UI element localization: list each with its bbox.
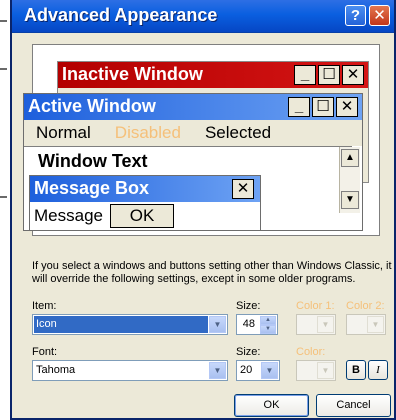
chevron-down-icon[interactable]: ▼	[261, 362, 278, 379]
font-label: Font:	[32, 346, 58, 358]
active-window-caption[interactable]: Active Window _ ☐ ✕	[24, 94, 362, 120]
color2-picker[interactable]: ▼	[346, 314, 386, 335]
chevron-down-icon[interactable]: ▼	[317, 316, 334, 333]
chevron-down-icon[interactable]: ▼	[209, 362, 226, 379]
close-icon: ✕	[373, 7, 386, 24]
font-select[interactable]: Tahoma ▼	[32, 360, 228, 381]
chevron-down-icon[interactable]: ▼	[209, 316, 226, 333]
font-color-label: Color:	[296, 346, 326, 358]
minimize-icon[interactable]: _	[294, 65, 316, 85]
info-text: If you select a windows and buttons sett…	[32, 260, 392, 285]
font-value: Tahoma	[36, 364, 76, 376]
item-label: Item:	[32, 300, 57, 312]
minimize-icon[interactable]: _	[288, 97, 310, 117]
color1-picker[interactable]: ▼	[296, 314, 336, 335]
color1-label: Color 1:	[296, 300, 335, 312]
title-bar[interactable]: Advanced Appearance ? ✕	[12, 0, 394, 33]
maximize-icon[interactable]: ☐	[312, 97, 334, 117]
font-size-value: 20	[240, 364, 253, 376]
menu-item-disabled[interactable]: Disabled	[103, 123, 193, 143]
close-icon[interactable]: ✕	[336, 97, 358, 117]
color2-label: Color 2:	[346, 300, 385, 312]
advanced-appearance-dialog: Advanced Appearance ? ✕ Inactive Window …	[10, 0, 396, 420]
font-size-label: Size:	[236, 346, 261, 358]
inactive-window-title: Inactive Window	[62, 64, 203, 84]
preview-menu-bar[interactable]: Normal Disabled Selected	[24, 120, 362, 146]
item-size-label: Size:	[236, 300, 261, 312]
close-icon[interactable]: ✕	[232, 179, 254, 199]
cancel-button[interactable]: Cancel	[316, 394, 391, 417]
bold-button[interactable]: B	[346, 360, 366, 380]
help-button[interactable]: ?	[345, 5, 366, 26]
active-window-title: Active Window	[28, 96, 156, 116]
item-size-stepper[interactable]: 48 ▲ ▼	[236, 314, 278, 335]
menu-item-normal[interactable]: Normal	[24, 123, 103, 143]
spin-up-icon[interactable]: ▲	[260, 316, 276, 325]
appearance-preview[interactable]: Inactive Window _ ☐ ✕ Active Window _ ☐ …	[23, 44, 380, 236]
window-text: Window Text	[38, 151, 148, 171]
inactive-window-caption[interactable]: Inactive Window _ ☐ ✕	[58, 62, 368, 88]
message-box-caption[interactable]: Message Box ✕	[30, 176, 260, 202]
chevron-down-icon[interactable]: ▼	[317, 362, 334, 379]
font-color-picker[interactable]: ▼	[296, 360, 336, 381]
desktop-edge	[0, 196, 7, 198]
help-icon: ?	[350, 7, 361, 24]
italic-button[interactable]: I	[368, 360, 388, 380]
spin-down-icon[interactable]: ▼	[260, 325, 276, 334]
item-size-value: 48	[242, 318, 255, 330]
scrollbar[interactable]: ▲ ▼	[339, 147, 360, 213]
desktop-edge	[0, 20, 7, 22]
message-text: Message	[34, 206, 103, 225]
font-size-select[interactable]: 20 ▼	[236, 360, 280, 381]
close-button[interactable]: ✕	[369, 5, 390, 26]
item-select[interactable]: Icon ▼	[32, 314, 228, 335]
menu-item-selected[interactable]: Selected	[193, 123, 283, 143]
message-box-title: Message Box	[34, 178, 150, 198]
scroll-up-icon[interactable]: ▲	[341, 149, 359, 167]
chevron-down-icon[interactable]: ▼	[367, 316, 384, 333]
dialog-title: Advanced Appearance	[24, 5, 218, 25]
ok-button[interactable]: OK	[234, 394, 309, 417]
close-icon[interactable]: ✕	[342, 65, 364, 85]
item-value: Icon	[34, 316, 208, 333]
desktop-edge	[0, 68, 7, 70]
message-ok-button[interactable]: OK	[110, 204, 174, 228]
scroll-down-icon[interactable]: ▼	[341, 191, 359, 209]
maximize-icon[interactable]: ☐	[318, 65, 340, 85]
preview-message-box[interactable]: Message Box ✕ Message OK	[29, 175, 261, 231]
